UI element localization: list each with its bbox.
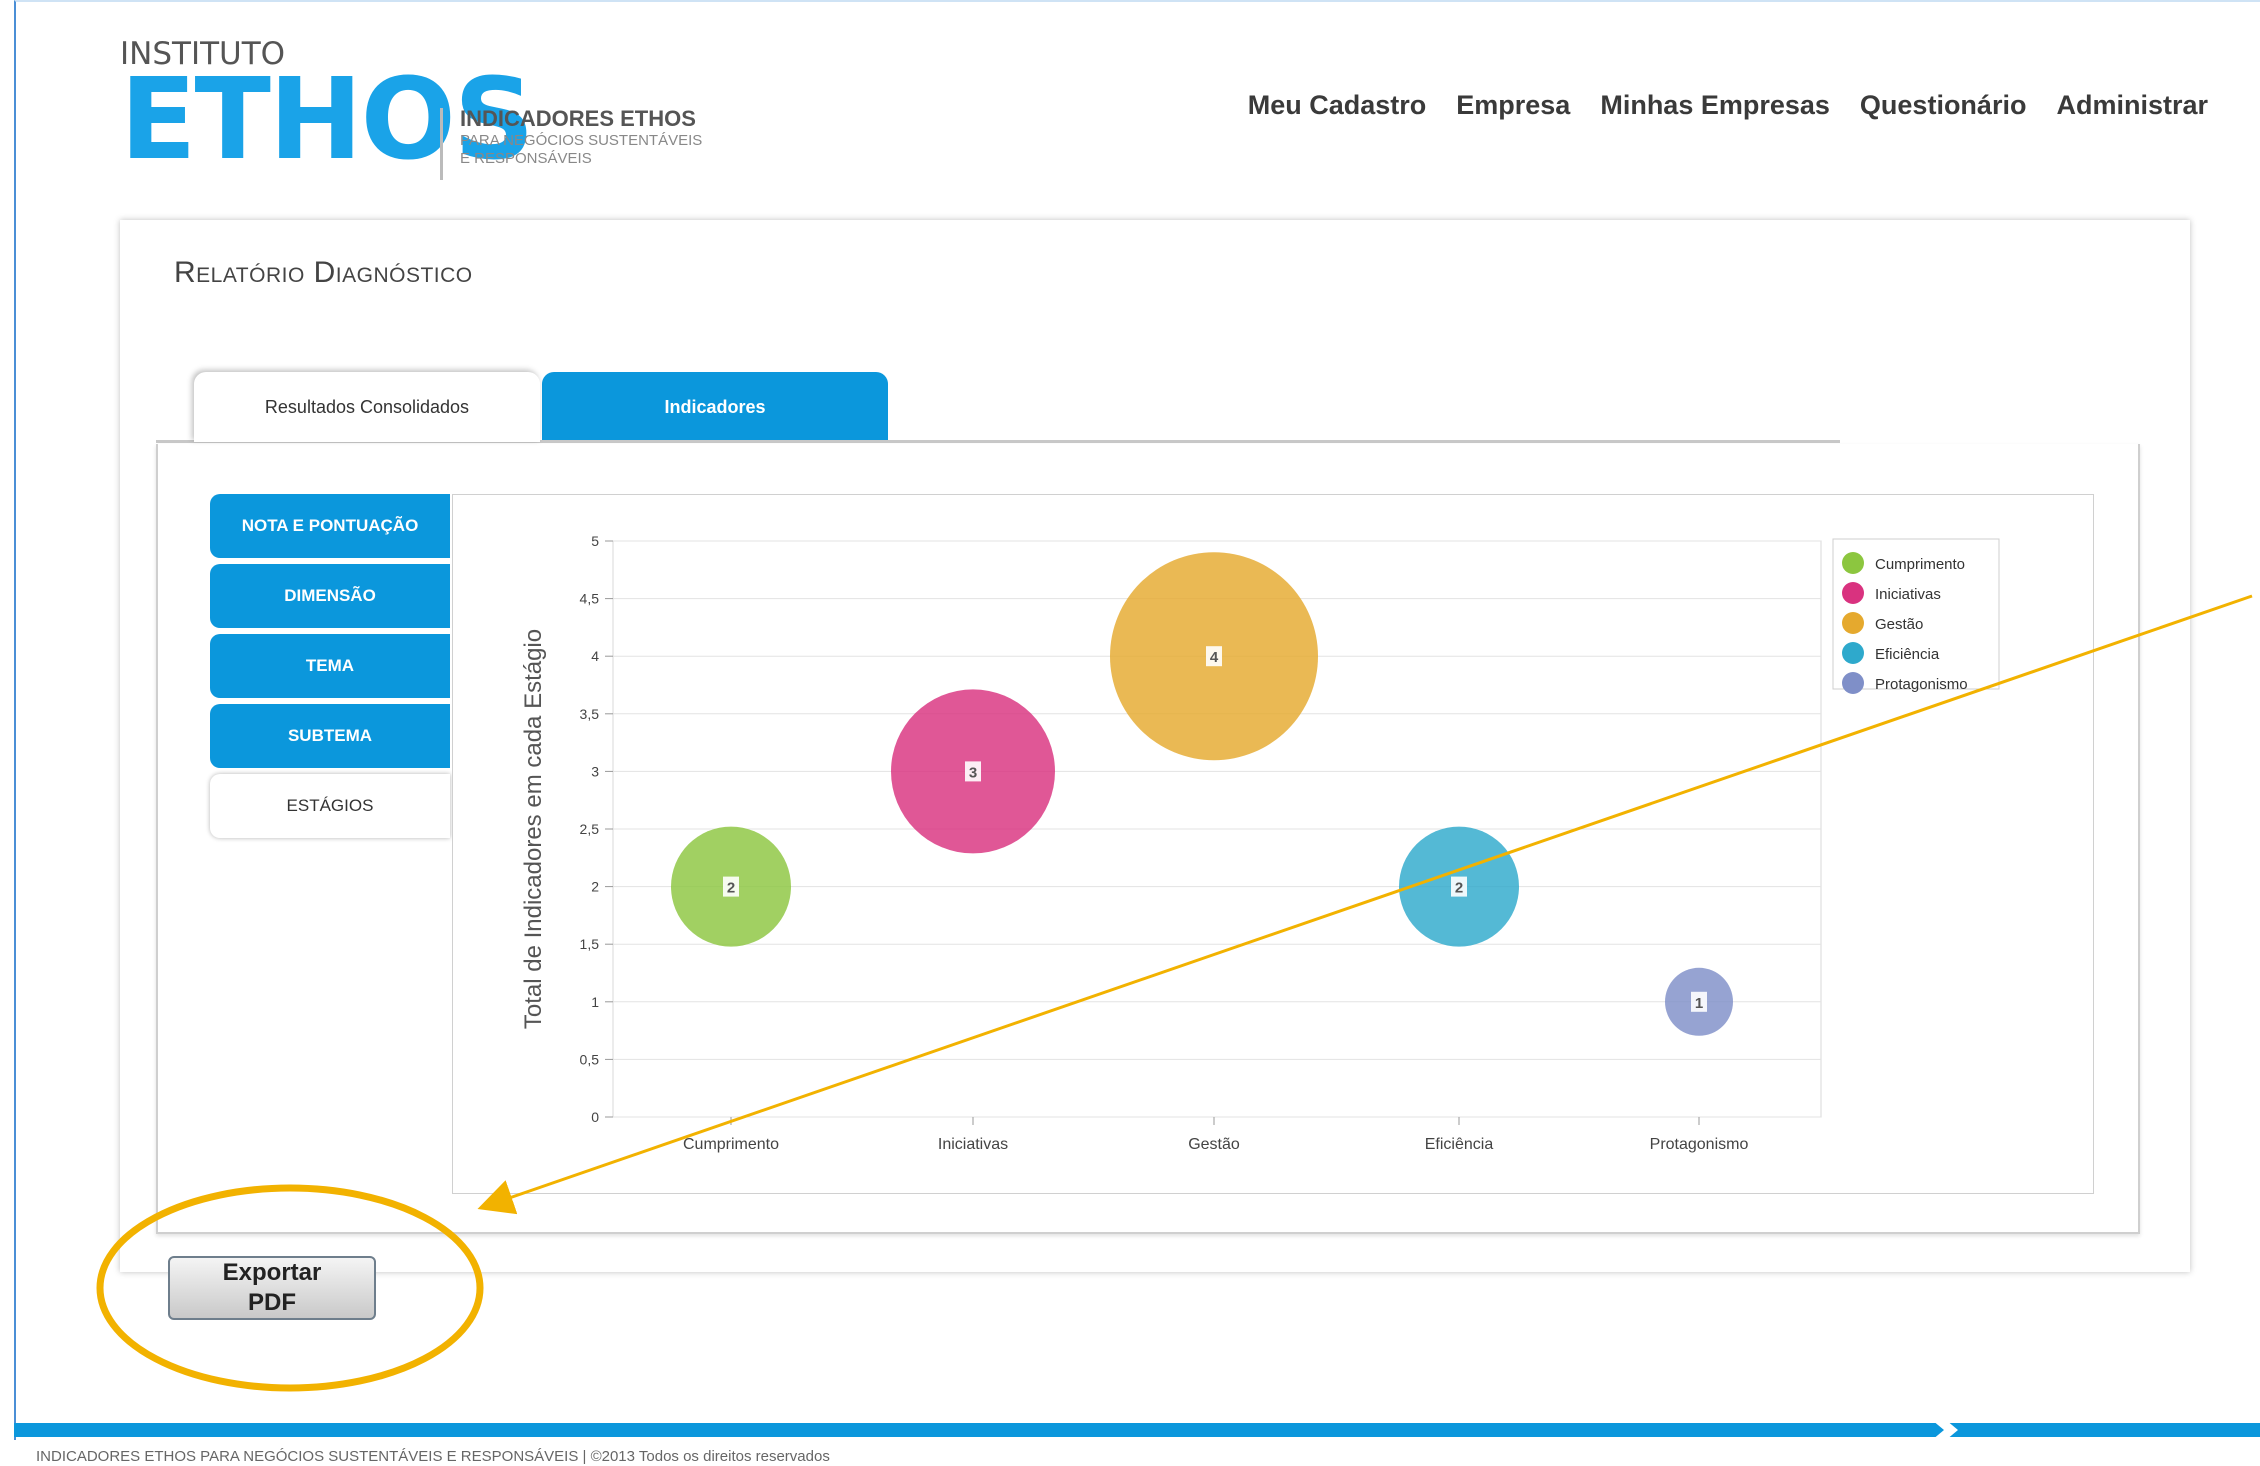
y-axis-label: Total de Indicadores em cada Estágio <box>520 629 547 1029</box>
x-tick-label: Protagonismo <box>1650 1136 1749 1153</box>
bubble-chart: 0 0,5 1 1,5 2 2,5 3 3,5 4 4,5 5 Total de Indicadore… <box>520 533 2000 1153</box>
footer-chevron-icon <box>1932 1420 1958 1440</box>
logo-separator <box>440 108 443 180</box>
y-tick-label: 0,5 <box>580 1051 600 1067</box>
logo-subtitle-line1: PARA NEGÓCIOS SUSTENTÁVEIS <box>460 132 703 149</box>
bubble-data-label: 4 <box>1210 649 1219 666</box>
nav-questionario[interactable]: Questionário <box>1860 90 2027 121</box>
side-tab-dimensao[interactable]: DIMENSÃO <box>210 564 450 628</box>
nav-empresa[interactable]: Empresa <box>1456 90 1570 121</box>
y-tick-label: 2 <box>591 879 599 895</box>
x-tick-label: Iniciativas <box>938 1136 1008 1153</box>
bubble-data-label: 3 <box>969 764 977 781</box>
y-tick-label: 0 <box>591 1109 599 1125</box>
page-title: Relatório Diagnóstico <box>174 256 473 289</box>
side-tab-estagios[interactable]: ESTÁGIOS <box>210 774 450 838</box>
report-panel: Relatório Diagnóstico Resultados Consoli… <box>120 220 2190 1272</box>
side-tab-tema[interactable]: TEMA <box>210 634 450 698</box>
legend-entry: Iniciativas <box>1875 586 1941 603</box>
side-tab-subtema[interactable]: SUBTEMA <box>210 704 450 768</box>
footer-copyright: INDICADORES ETHOS PARA NEGÓCIOS SUSTENTÁ… <box>36 1448 830 1465</box>
nav-minhas-empresas[interactable]: Minhas Empresas <box>1600 90 1830 121</box>
legend-swatch <box>1842 612 1864 634</box>
y-tick-label: 4,5 <box>580 591 600 607</box>
footer-bar <box>14 1423 2260 1437</box>
y-tick-label: 3,5 <box>580 706 600 722</box>
legend-entry: Cumprimento <box>1875 556 1965 573</box>
chart-container: 0 0,5 1 1,5 2 2,5 3 3,5 4 4,5 5 Total de Indicadore… <box>452 494 2094 1194</box>
nav-administrar[interactable]: Administrar <box>2056 90 2208 121</box>
legend-swatch <box>1842 672 1864 694</box>
y-tick-label: 1,5 <box>580 936 600 952</box>
y-tick-label: 3 <box>591 763 599 779</box>
logo-product-name: INDICADORES ETHOS <box>460 106 696 131</box>
legend-entry: Gestão <box>1875 616 1923 633</box>
top-navigation: Meu Cadastro Empresa Minhas Empresas Que… <box>1248 90 2208 121</box>
legend-entry: Protagonismo <box>1875 676 1968 693</box>
legend-swatch <box>1842 642 1864 664</box>
x-tick-label: Cumprimento <box>683 1136 779 1153</box>
legend-entry: Eficiência <box>1875 646 1940 663</box>
tab-resultados-consolidados[interactable]: Resultados Consolidados <box>194 372 540 442</box>
logo-subtitle-line2: E RESPONSÁVEIS <box>460 150 592 167</box>
export-label-line1: Exportar <box>222 1259 322 1286</box>
y-tick-label: 2,5 <box>580 821 600 837</box>
y-tick-label: 4 <box>591 648 599 664</box>
x-tick-label: Eficiência <box>1425 1136 1494 1153</box>
bubble-data-label: 1 <box>1695 995 1703 1012</box>
x-tick-label: Gestão <box>1188 1136 1240 1153</box>
y-tick-label: 5 <box>591 533 599 549</box>
side-tab-nota-e-pontuacao[interactable]: NOTA E PONTUAÇÃO <box>210 494 450 558</box>
bubble-data-label: 2 <box>1455 880 1463 897</box>
bubble-data-label: 2 <box>727 880 735 897</box>
export-label-line2: PDF <box>247 1289 296 1316</box>
tab-indicadores[interactable]: Indicadores <box>542 372 888 442</box>
legend-swatch <box>1842 552 1864 574</box>
y-tick-label: 1 <box>591 994 599 1010</box>
nav-meu-cadastro[interactable]: Meu Cadastro <box>1248 90 1427 121</box>
legend-swatch <box>1842 582 1864 604</box>
export-pdf-button[interactable]: Exportar PDF <box>168 1256 376 1320</box>
